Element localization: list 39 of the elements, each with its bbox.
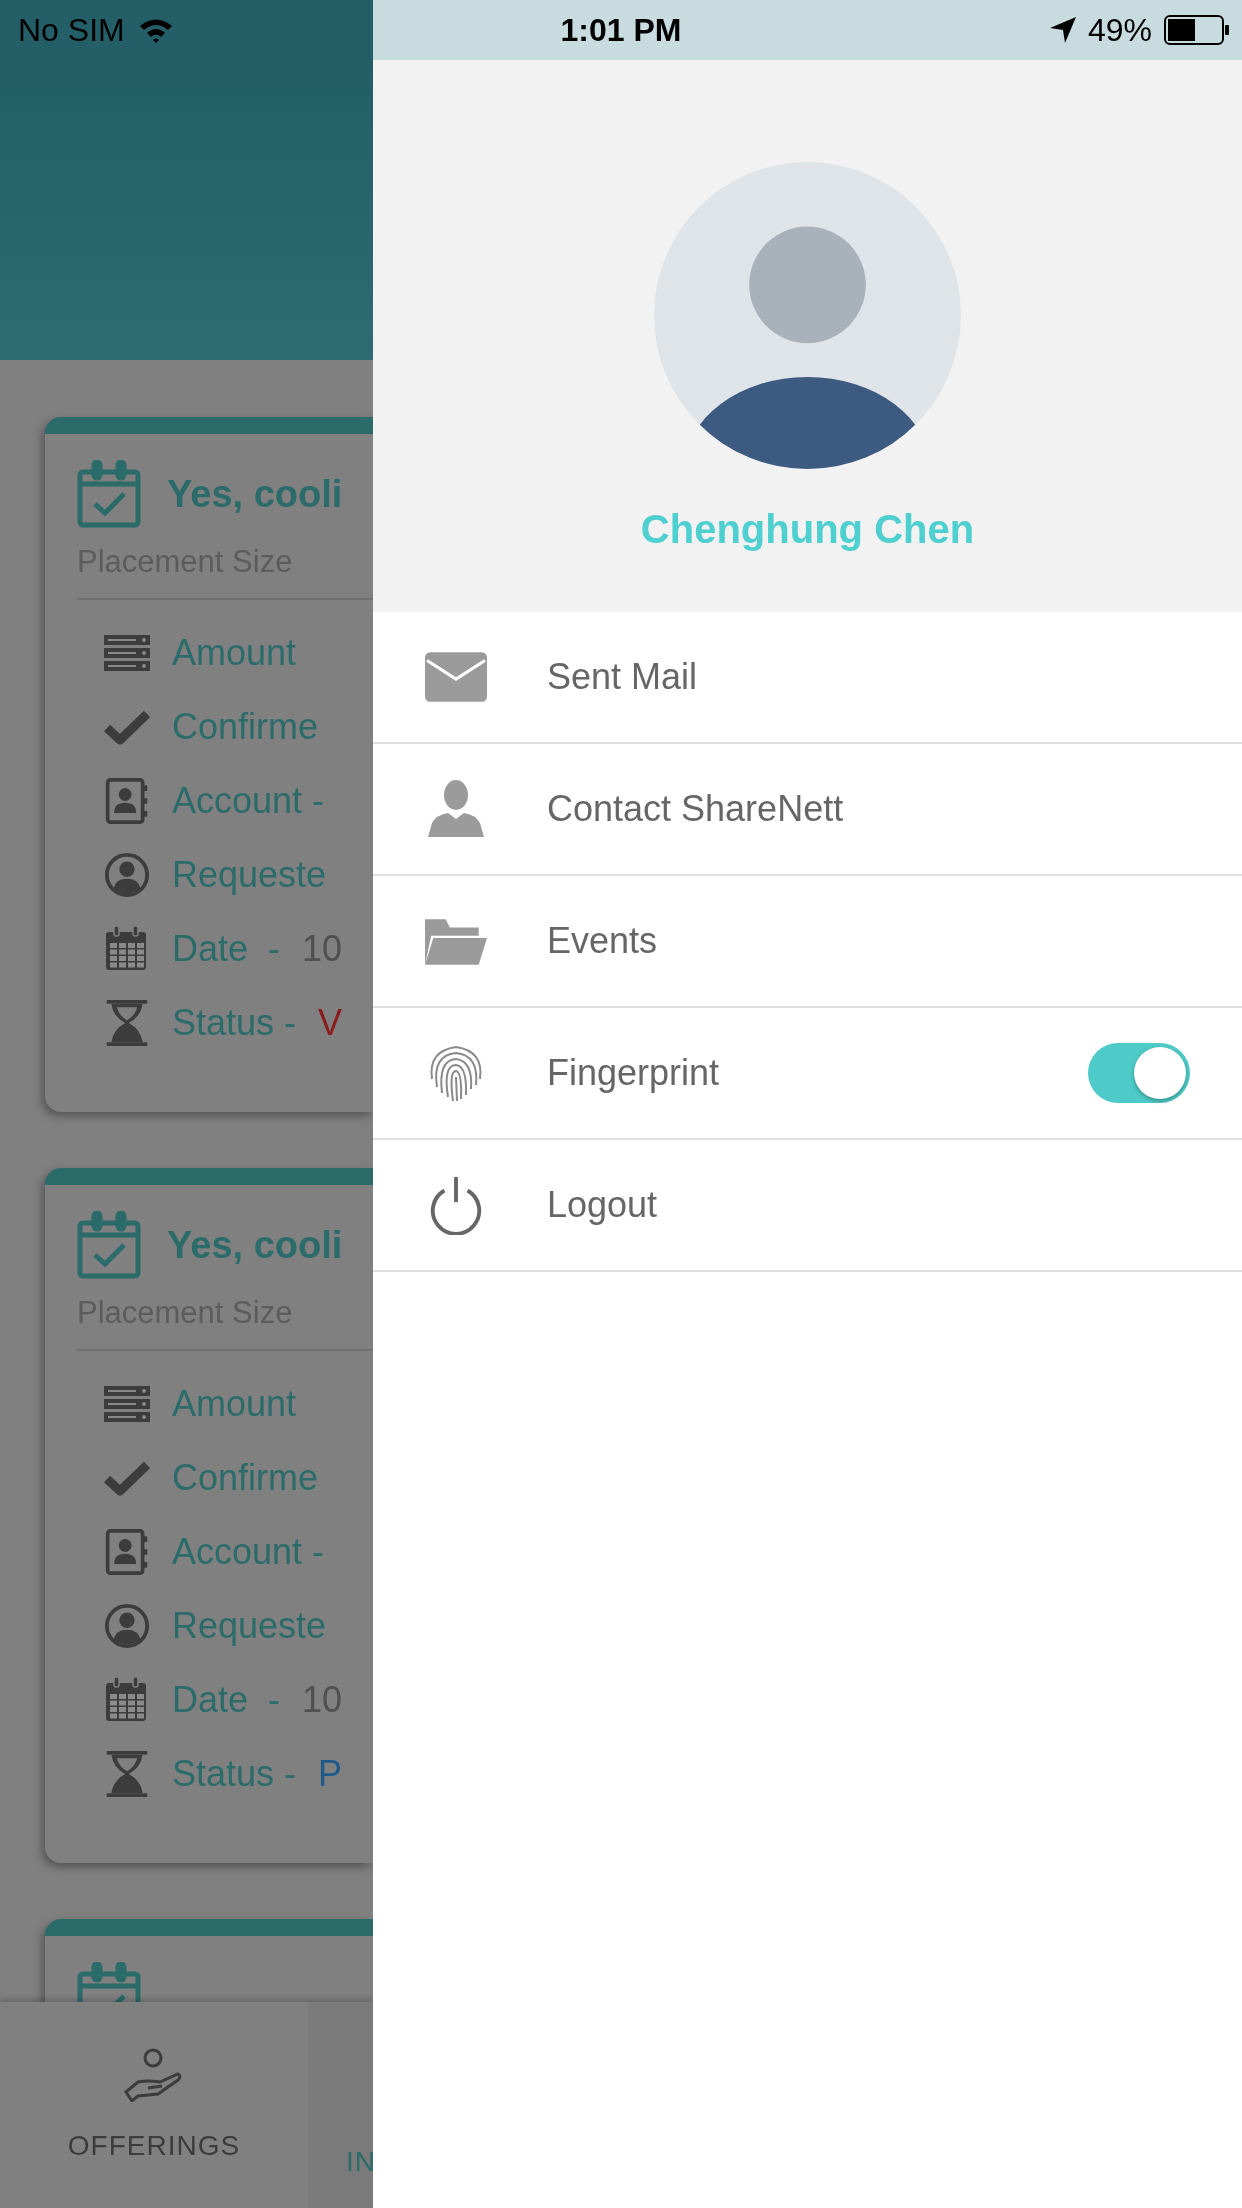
menu-item[interactable]: Sent Mail <box>547 656 1190 698</box>
field-label: Requeste <box>172 854 327 896</box>
hand-coin-icon <box>124 2048 184 2102</box>
battery-percent: 49% <box>1087 11 1152 49</box>
user-circle-icon <box>104 1603 150 1649</box>
field-label: Date - <box>172 1679 281 1721</box>
toggle-switch[interactable] <box>1088 1043 1190 1103</box>
clock-time: 1:01 PM <box>560 11 682 49</box>
battery-icon <box>1164 15 1230 45</box>
user-circle-icon <box>104 852 150 898</box>
card-title: Yes, cooli <box>167 472 343 516</box>
field-label: Status - <box>172 1002 297 1044</box>
calendar-check-icon <box>77 460 141 528</box>
carrier-label: No SIM <box>18 11 125 49</box>
person-icon <box>425 779 487 839</box>
field-label: Account - <box>172 1531 325 1573</box>
hourglass-icon <box>104 1751 150 1797</box>
field-label: Amount <box>172 632 297 674</box>
hourglass-icon <box>104 1000 150 1046</box>
calendar-check-icon <box>77 1211 141 1279</box>
menu-item[interactable]: Contact ShareNett <box>547 788 1190 830</box>
card-title: Yes, cooli <box>167 1223 343 1267</box>
field-label: Date - <box>172 928 281 970</box>
field-label: Confirme <box>172 1457 319 1499</box>
field-label: Confirme <box>172 706 319 748</box>
wifi-icon <box>138 17 173 43</box>
field-label: Account - <box>172 780 325 822</box>
field-label: Requeste <box>172 1605 327 1647</box>
menu-item[interactable]: Events <box>547 920 1190 962</box>
field-label: Status - <box>172 1753 297 1795</box>
address-book-icon <box>104 1529 150 1575</box>
location-arrow-icon <box>1049 17 1076 43</box>
menu-item[interactable]: Fingerprint <box>547 1052 1088 1094</box>
field-value: P <box>318 1753 343 1795</box>
address-book-icon <box>104 778 150 824</box>
menu-item[interactable]: Logout <box>547 1184 1190 1226</box>
field-value: V <box>318 1002 343 1044</box>
user-name: Chenghung Chen <box>640 507 975 552</box>
field-label: Amount <box>172 1383 297 1425</box>
